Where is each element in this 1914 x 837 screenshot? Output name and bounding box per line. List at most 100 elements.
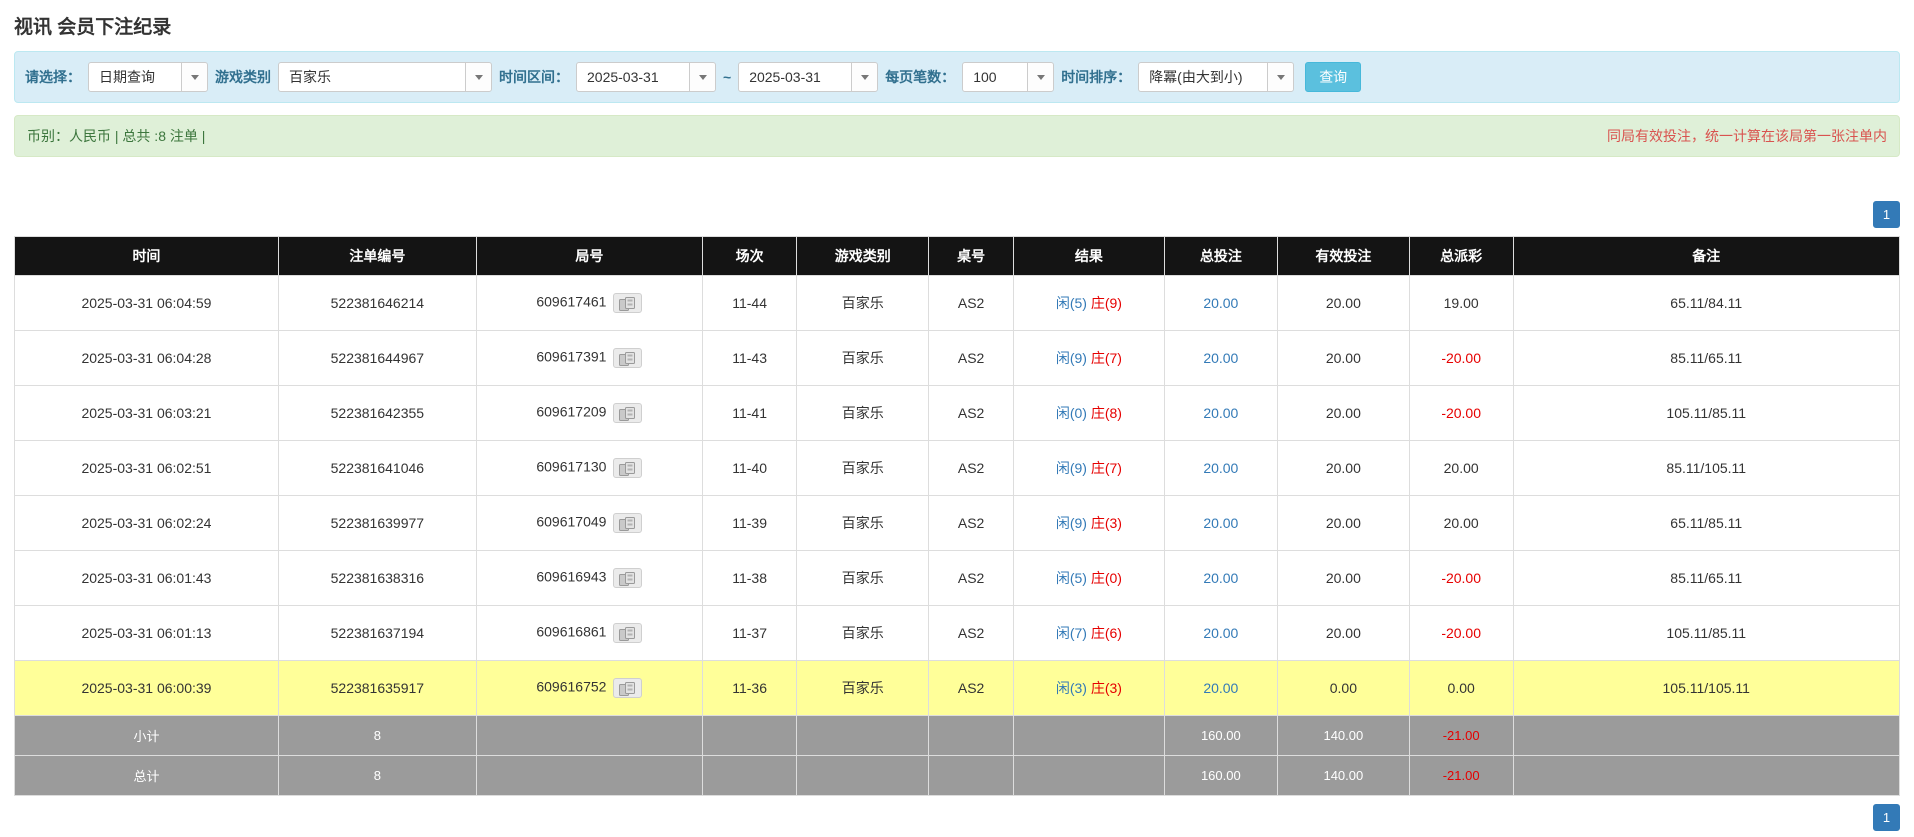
table-body: 2025-03-31 06:04:59 522381646214 6096174… (15, 276, 1900, 716)
currency-total-text: 币别：人民币 | 总共 :8 注单 | (27, 126, 205, 146)
cell-total-bet: 20.00 (1164, 441, 1277, 496)
cell-game-type: 百家乐 (797, 551, 929, 606)
cell-payout: -20.00 (1409, 606, 1513, 661)
round-id-text: 609617209 (536, 404, 606, 420)
round-id-text: 609616752 (536, 679, 606, 695)
cell-valid-bet: 20.00 (1277, 441, 1409, 496)
time-sort-caret-button[interactable] (1267, 63, 1293, 91)
total-bet-link[interactable]: 20.00 (1203, 680, 1238, 696)
table-row: 2025-03-31 06:04:59 522381646214 6096174… (15, 276, 1900, 331)
total-bet-link[interactable]: 20.00 (1203, 295, 1238, 311)
header-table-no: 桌号 (929, 237, 1014, 276)
page-size-caret-button[interactable] (1027, 63, 1053, 91)
table-header-row: 时间 注单编号 局号 场次 游戏类别 桌号 结果 总投注 有效投注 总派彩 备注 (15, 237, 1900, 276)
cell-round-id: 609617130 (476, 441, 702, 496)
grand-total-row: 总计 8 160.00 140.00 -21.00 (15, 756, 1900, 796)
view-round-result-button[interactable] (613, 348, 642, 368)
time-sort-dropdown[interactable]: 降冪(由大到小) (1138, 62, 1294, 92)
date-to-dropdown[interactable]: 2025-03-31 (738, 62, 878, 92)
result-banker: 庄(3) (1091, 515, 1122, 531)
result-banker: 庄(7) (1091, 460, 1122, 476)
cell-game-type: 百家乐 (797, 331, 929, 386)
result-player: 闲(9) (1056, 350, 1087, 366)
cell-round-id: 609616752 (476, 661, 702, 716)
cell-total-bet: 20.00 (1164, 496, 1277, 551)
view-round-result-button[interactable] (613, 623, 642, 643)
game-type-dropdown[interactable]: 百家乐 (278, 62, 492, 92)
cell-session: 11-38 (703, 551, 797, 606)
round-id-text: 609617130 (536, 459, 606, 475)
page-1-button[interactable]: 1 (1873, 201, 1900, 228)
date-from-caret-button[interactable] (689, 63, 715, 91)
total-bet-link[interactable]: 20.00 (1203, 570, 1238, 586)
total-bet-link[interactable]: 20.00 (1203, 350, 1238, 366)
header-note: 备注 (1513, 237, 1900, 276)
cell-session: 11-44 (703, 276, 797, 331)
view-round-result-button[interactable] (613, 678, 642, 698)
page-title: 视讯 会员下注纪录 (14, 12, 1900, 39)
header-total-bet: 总投注 (1164, 237, 1277, 276)
table-row: 2025-03-31 06:01:13 522381637194 6096168… (15, 606, 1900, 661)
cell-valid-bet: 20.00 (1277, 551, 1409, 606)
query-type-caret-button[interactable] (181, 63, 207, 91)
cell-total-bet: 20.00 (1164, 661, 1277, 716)
header-session: 场次 (703, 237, 797, 276)
query-type-dropdown[interactable]: 日期查询 (88, 62, 208, 92)
game-type-caret-button[interactable] (465, 63, 491, 91)
cards-icon (619, 627, 636, 641)
chevron-down-icon (1037, 75, 1045, 80)
cell-time: 2025-03-31 06:01:43 (15, 551, 279, 606)
cell-game-type: 百家乐 (797, 441, 929, 496)
game-type-label: 游戏类别 (215, 67, 271, 87)
result-player: 闲(0) (1056, 405, 1087, 421)
total-payout: -21.00 (1409, 756, 1513, 796)
view-round-result-button[interactable] (613, 458, 642, 478)
date-to-caret-button[interactable] (851, 63, 877, 91)
header-valid-bet: 有效投注 (1277, 237, 1409, 276)
cell-bet-id: 522381637194 (278, 606, 476, 661)
cell-round-id: 609617461 (476, 276, 702, 331)
total-bet-link[interactable]: 20.00 (1203, 460, 1238, 476)
result-player: 闲(9) (1056, 515, 1087, 531)
cell-table-no: AS2 (929, 496, 1014, 551)
cell-result: 闲(5) 庄(9) (1014, 276, 1165, 331)
time-sort-label: 时间排序： (1061, 67, 1131, 87)
cards-icon (619, 297, 636, 311)
pagination-top: 1 (14, 201, 1900, 228)
view-round-result-button[interactable] (613, 513, 642, 533)
subtotal-label: 小计 (15, 716, 279, 756)
cell-result: 闲(0) 庄(8) (1014, 386, 1165, 441)
table-row: 2025-03-31 06:02:51 522381641046 6096171… (15, 441, 1900, 496)
total-bet-link[interactable]: 20.00 (1203, 515, 1238, 531)
summary-bar: 币别：人民币 | 总共 :8 注单 | 同局有效投注，统一计算在该局第一张注单内 (14, 115, 1900, 157)
cell-note: 85.11/105.11 (1513, 441, 1900, 496)
valid-bet-rule-text: 同局有效投注，统一计算在该局第一张注单内 (1607, 126, 1887, 146)
view-round-result-button[interactable] (613, 293, 642, 313)
result-banker: 庄(9) (1091, 295, 1122, 311)
cell-note: 65.11/85.11 (1513, 496, 1900, 551)
total-bet-link[interactable]: 20.00 (1203, 405, 1238, 421)
page-1-button-bottom[interactable]: 1 (1873, 804, 1900, 831)
header-bet-id: 注单编号 (278, 237, 476, 276)
subtotal-total-bet: 160.00 (1164, 716, 1277, 756)
search-button[interactable]: 查询 (1305, 62, 1361, 92)
page-size-dropdown[interactable]: 100 (962, 62, 1054, 92)
page-size-value: 100 (963, 63, 1027, 91)
cell-valid-bet: 0.00 (1277, 661, 1409, 716)
view-round-result-button[interactable] (613, 403, 642, 423)
result-banker: 庄(3) (1091, 680, 1122, 696)
date-from-dropdown[interactable]: 2025-03-31 (576, 62, 716, 92)
total-bet-link[interactable]: 20.00 (1203, 625, 1238, 641)
bet-records-table: 时间 注单编号 局号 场次 游戏类别 桌号 结果 总投注 有效投注 总派彩 备注… (14, 236, 1900, 796)
cell-payout: 19.00 (1409, 276, 1513, 331)
cell-result: 闲(3) 庄(3) (1014, 661, 1165, 716)
cell-game-type: 百家乐 (797, 496, 929, 551)
cell-session: 11-39 (703, 496, 797, 551)
cell-payout: -20.00 (1409, 386, 1513, 441)
subtotal-row: 小计 8 160.00 140.00 -21.00 (15, 716, 1900, 756)
cell-time: 2025-03-31 06:02:51 (15, 441, 279, 496)
view-round-result-button[interactable] (613, 568, 642, 588)
round-id-text: 609616861 (536, 624, 606, 640)
cell-valid-bet: 20.00 (1277, 276, 1409, 331)
date-from-value: 2025-03-31 (577, 63, 689, 91)
